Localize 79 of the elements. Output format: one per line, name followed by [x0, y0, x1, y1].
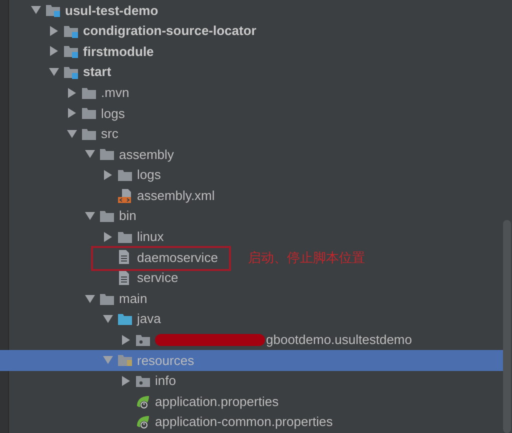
tree-item-label: daemoservice — [137, 248, 218, 267]
tree-row[interactable]: src — [0, 124, 503, 144]
tree-row[interactable]: daemoservice 启动、停止脚本位置 — [0, 247, 503, 268]
text-file-icon — [117, 270, 131, 286]
package-folder-icon — [135, 332, 151, 347]
expanded-arrow-icon[interactable] — [85, 294, 95, 304]
expanded-arrow-icon[interactable] — [85, 211, 95, 222]
tree-row[interactable]: assembly.xml — [0, 185, 503, 206]
annotation-text: 启动、停止脚本位置 — [248, 248, 365, 267]
tree-row[interactable]: usul-test-demo — [0, 0, 503, 21]
tree-item-label: application-common.properties — [155, 413, 333, 432]
tree-row[interactable]: logs — [0, 164, 503, 186]
module-folder-icon — [63, 65, 79, 80]
collapsed-arrow-icon[interactable] — [67, 88, 77, 98]
tree-item-label: logs — [137, 166, 161, 184]
collapsed-arrow-icon[interactable] — [121, 334, 131, 345]
tree-item-label: bin — [119, 207, 136, 226]
collapsed-arrow-icon[interactable] — [67, 108, 77, 118]
folder-icon — [81, 106, 97, 120]
folder-icon — [99, 147, 115, 162]
spring-leaf-icon — [135, 394, 151, 410]
resources-folder-icon — [117, 353, 133, 368]
folder-icon — [81, 126, 97, 141]
tree-row[interactable]: application-common.properties — [0, 412, 503, 432]
tree-item-label: main — [119, 290, 148, 308]
folder-icon — [81, 86, 97, 100]
tree-row[interactable]: assembly — [0, 144, 503, 165]
tree-item-label: src — [101, 125, 118, 144]
tree-row[interactable]: start — [0, 62, 503, 82]
module-folder-icon — [63, 44, 79, 58]
collapsed-arrow-icon[interactable] — [49, 26, 59, 36]
tree-row[interactable]: info — [0, 370, 503, 392]
tree-item-label: assembly.xml — [137, 186, 215, 205]
collapsed-arrow-icon[interactable] — [121, 376, 131, 386]
tree-item-label: logs — [101, 104, 125, 123]
tree-row[interactable]: bin — [0, 206, 503, 227]
tree-row[interactable]: application.properties — [0, 391, 503, 412]
tree-item-label: assembly — [119, 146, 174, 164]
folder-icon — [117, 168, 133, 182]
tree-item-label: gbootdemo.usultestdemo — [266, 331, 412, 350]
xml-file-icon — [117, 188, 133, 204]
folder-icon — [117, 312, 133, 326]
expanded-arrow-icon[interactable] — [67, 128, 77, 139]
text-file-icon — [117, 249, 131, 266]
folder-icon — [117, 230, 133, 244]
package-folder-icon — [135, 374, 151, 388]
tree-item-label: service — [137, 269, 178, 288]
tree-item-label: usul-test-demo — [65, 2, 158, 20]
tree-row[interactable]: logs — [0, 102, 503, 124]
expanded-arrow-icon[interactable] — [31, 5, 41, 16]
collapsed-arrow-icon[interactable] — [103, 170, 113, 180]
tree-item-label: .mvn — [101, 84, 130, 102]
spring-leaf-icon — [135, 414, 151, 430]
scrollbar-thumb[interactable] — [503, 220, 511, 433]
module-folder-icon — [63, 24, 79, 38]
collapsed-arrow-icon[interactable] — [103, 232, 113, 242]
collapsed-arrow-icon[interactable] — [49, 46, 59, 56]
expanded-arrow-icon[interactable] — [49, 67, 59, 78]
folder-icon — [99, 209, 115, 224]
tree-item-label: application.properties — [155, 392, 279, 411]
tree-item-label: firstmodule — [83, 42, 154, 61]
expanded-arrow-icon[interactable] — [103, 314, 113, 324]
tree-row[interactable]: .mvn — [0, 82, 503, 103]
expanded-arrow-icon[interactable] — [85, 149, 95, 160]
tree-item-label: condigration-source-locator — [83, 22, 256, 40]
folder-icon — [99, 292, 115, 306]
tree-row[interactable]: linux — [0, 226, 503, 248]
tree-row[interactable]: firstmodule — [0, 41, 503, 62]
tree-item-label: resources — [137, 352, 194, 370]
tree-row[interactable]: service — [0, 268, 503, 288]
tree-row[interactable]: condigration-source-locator — [0, 20, 503, 42]
tree-row[interactable]: main — [0, 288, 503, 309]
tree-row[interactable]: java — [0, 308, 503, 330]
tree-row[interactable]: gbootdemo.usultestdemo — [0, 330, 503, 350]
module-folder-icon — [45, 3, 61, 18]
tree-item-label: start — [83, 63, 112, 82]
tree-item-label: java — [137, 310, 161, 328]
tree-item-label: info — [155, 372, 176, 390]
tree-item-label: linux — [137, 228, 164, 246]
